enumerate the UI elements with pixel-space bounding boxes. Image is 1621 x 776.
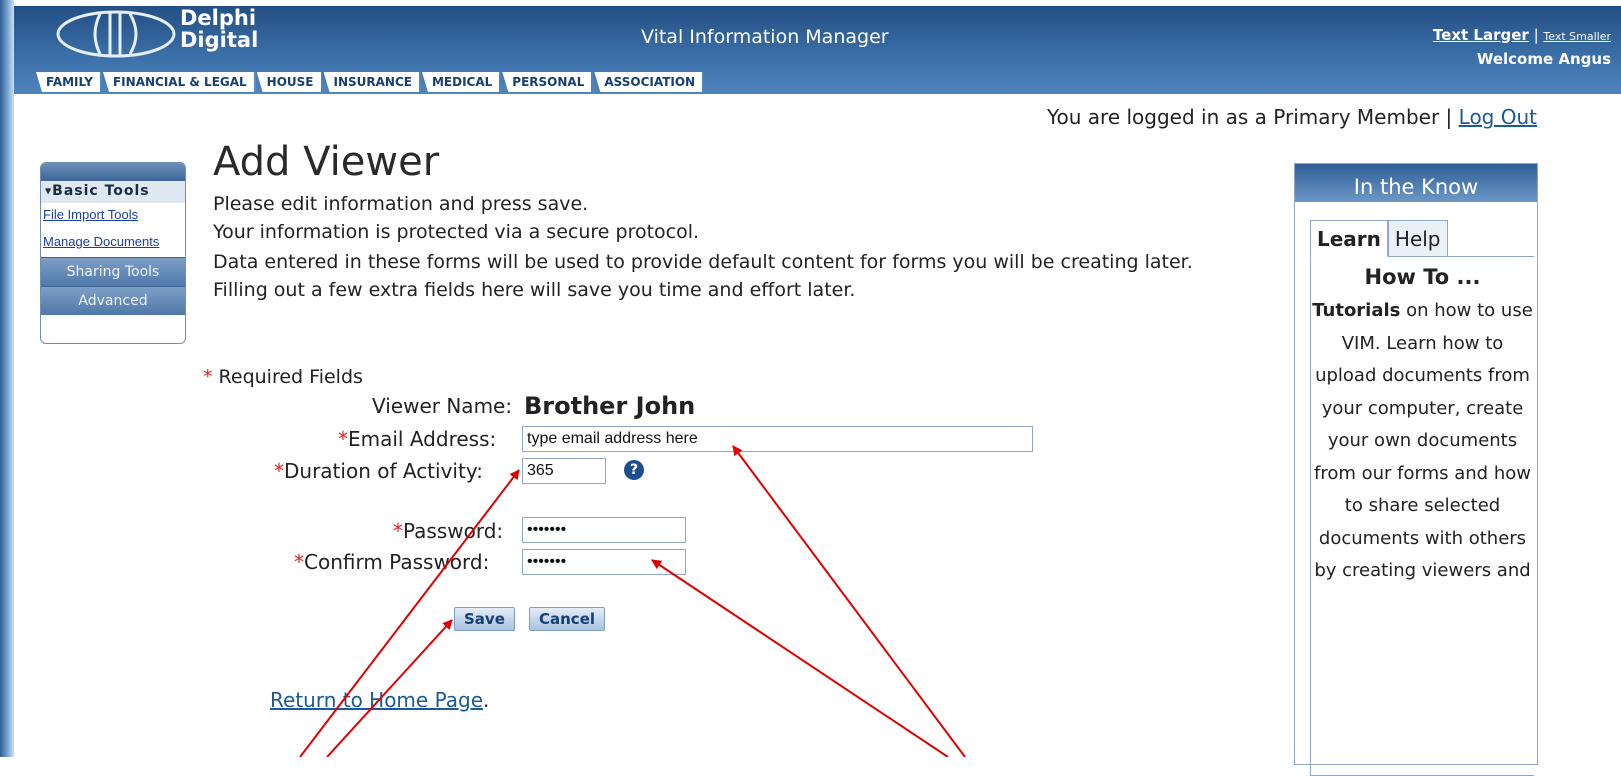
page-title: Add Viewer <box>213 139 440 185</box>
know-bold: Tutorials <box>1312 300 1401 321</box>
duration-label: *Duration of Activity: <box>274 459 483 483</box>
arrow-to-email <box>732 445 966 757</box>
main-content: Add Viewer Please edit information and p… <box>213 134 1253 304</box>
sidebar-item-manage-documents[interactable]: Manage Documents <box>41 230 185 257</box>
app-title: Vital Information Manager <box>641 26 889 48</box>
required-star: * <box>338 427 348 451</box>
know-body: on how to use VIM. Learn how to upload d… <box>1314 300 1533 581</box>
sidebar-section-advanced[interactable]: Advanced <box>41 286 185 315</box>
confirm-password-label-text: Confirm Password: <box>304 550 490 574</box>
know-text: Tutorials on how to use VIM. Learn how t… <box>1311 295 1534 588</box>
confirm-password-field[interactable] <box>522 549 686 575</box>
text-smaller-link[interactable]: Text Smaller <box>1543 30 1611 43</box>
tab-association[interactable]: ASSOCIATION <box>594 72 705 92</box>
sidebar-header-bar <box>41 163 185 181</box>
email-label: *Email Address: <box>338 427 496 451</box>
login-status: You are logged in as a Primary Member | … <box>1047 105 1537 129</box>
tab-medical[interactable]: MEDICAL <box>421 72 502 92</box>
sidebar-title[interactable]: ▼Basic Tools <box>41 181 185 203</box>
delphi-logo-icon <box>56 10 176 58</box>
tab-family[interactable]: FAMILY <box>36 72 102 92</box>
know-tabs: Learn Help <box>1310 220 1448 257</box>
return-home-link[interactable]: Return to Home Page <box>270 688 483 712</box>
duration-label-text: Duration of Activity: <box>284 459 483 483</box>
required-star: * <box>274 459 284 483</box>
text-size-separator: | <box>1533 26 1539 44</box>
tab-financial-legal[interactable]: FINANCIAL & LEGAL <box>102 72 256 92</box>
left-edge-bar <box>0 0 14 757</box>
arrow-to-password <box>651 559 949 757</box>
required-star: * <box>294 550 304 574</box>
brand-line2: Digital <box>180 28 259 52</box>
save-button[interactable]: Save <box>454 607 515 631</box>
required-star: * <box>393 519 403 543</box>
in-the-know-panel: In the Know Learn Help How To ... Tutori… <box>1294 163 1538 776</box>
header-banner: Delphi Digital Vital Information Manager… <box>14 6 1621 94</box>
password-field[interactable] <box>522 517 686 543</box>
login-text: You are logged in as a Primary Member <box>1046 105 1440 129</box>
tab-house[interactable]: HOUSE <box>256 72 323 92</box>
know-content: How To ... Tutorials on how to use VIM. … <box>1310 256 1534 776</box>
intro-line-2: Your information is protected via a secu… <box>213 221 700 243</box>
tab-learn[interactable]: Learn <box>1310 220 1388 257</box>
sidebar-title-label: Basic Tools <box>52 183 150 199</box>
brand-line1: Delphi <box>180 6 257 30</box>
login-separator: | <box>1445 105 1453 129</box>
confirm-password-label: *Confirm Password: <box>294 550 489 574</box>
welcome-message: Welcome Angus <box>1476 50 1611 68</box>
know-heading: How To ... <box>1364 265 1481 289</box>
return-suffix: . <box>483 688 490 712</box>
tab-help[interactable]: Help <box>1387 220 1448 257</box>
required-star: * <box>203 366 213 388</box>
password-label-text: Password: <box>403 519 504 543</box>
sidebar-item-file-import-tools[interactable]: File Import Tools <box>41 203 185 230</box>
return-home: Return to Home Page. <box>270 688 489 712</box>
intro-line-1: Please edit information and press save. <box>213 193 589 215</box>
text-larger-link[interactable]: Text Larger <box>1433 26 1529 44</box>
email-field[interactable] <box>522 426 1033 452</box>
main-tabs: FAMILY FINANCIAL & LEGAL HOUSE INSURANCE… <box>36 72 705 92</box>
help-icon[interactable]: ? <box>624 460 644 480</box>
viewer-name-value: Brother John <box>524 392 696 420</box>
viewer-name-label: Viewer Name: <box>372 394 513 418</box>
tab-insurance[interactable]: INSURANCE <box>323 72 421 92</box>
sidebar-section-sharing-tools[interactable]: Sharing Tools <box>41 257 185 286</box>
email-label-text: Email Address: <box>348 427 497 451</box>
duration-field[interactable] <box>522 458 606 484</box>
password-label: *Password: <box>393 519 503 543</box>
required-fields-note: * Required Fields <box>203 366 363 388</box>
tab-personal[interactable]: PERSONAL <box>502 72 594 92</box>
in-the-know-title: In the Know <box>1295 164 1537 202</box>
logout-link[interactable]: Log Out <box>1459 105 1537 129</box>
text-size-controls: Text Larger | Text Smaller <box>1433 26 1611 44</box>
intro-line-3: Data entered in these forms will be used… <box>213 251 1193 273</box>
brand-name: Delphi Digital <box>180 7 258 51</box>
cancel-button[interactable]: Cancel <box>529 607 606 631</box>
sidebar: ▼Basic Tools File Import Tools Manage Do… <box>40 162 186 344</box>
intro-line-4: Filling out a few extra fields here will… <box>213 279 856 301</box>
required-fields-label: Required Fields <box>218 366 363 388</box>
